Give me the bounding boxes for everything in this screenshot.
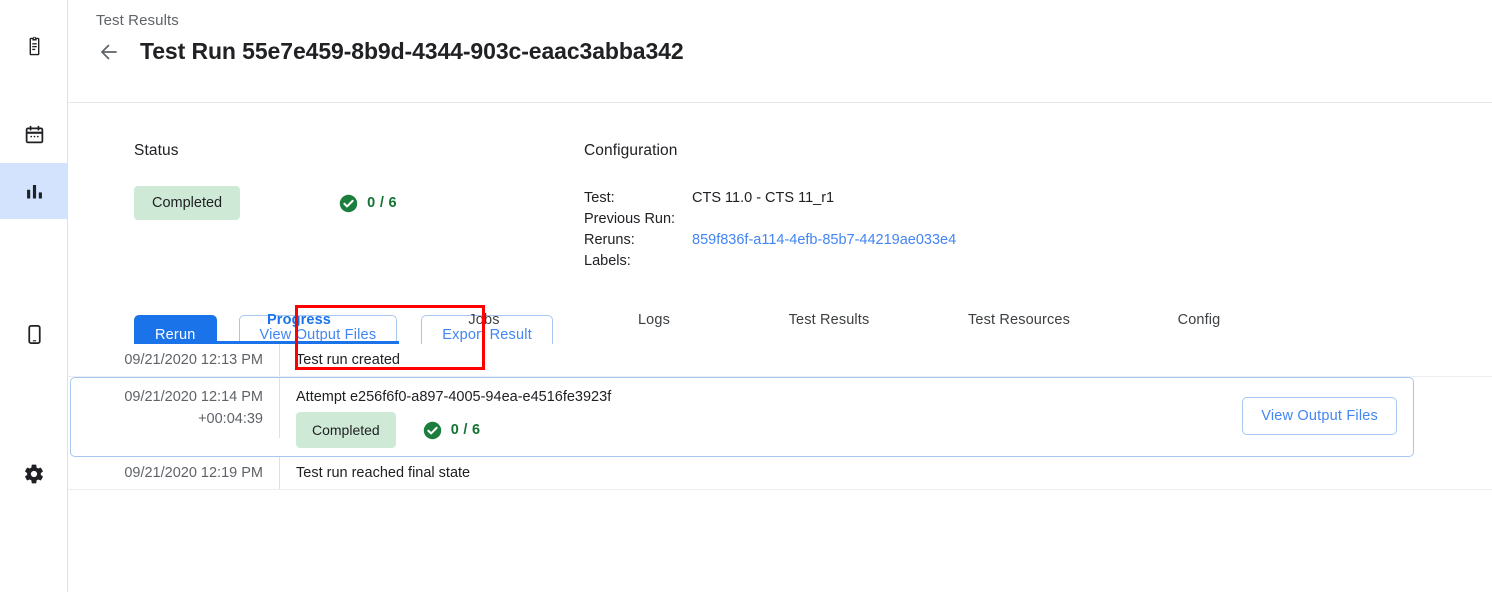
row-action-group: View Output Files: [1242, 397, 1397, 435]
clipboard-icon: [24, 36, 45, 57]
config-value-labels: [692, 252, 956, 273]
device-icon: [24, 324, 45, 345]
check-circle-icon: [339, 194, 358, 213]
tab-progress[interactable]: Progress: [199, 296, 399, 344]
configuration-table: Test: CTS 11.0 - CTS 11_r1 Previous Run:…: [584, 189, 956, 273]
sidebar: [0, 0, 68, 592]
reruns-link[interactable]: 859f836f-a114-4efb-85b7-44219ae033e4: [692, 232, 956, 248]
config-key-reruns: Reruns:: [584, 231, 692, 252]
page-title: Test Run 55e7e459-8b9d-4344-903c-eaac3ab…: [140, 38, 684, 65]
config-key-test: Test:: [584, 189, 692, 210]
sidebar-item-device[interactable]: [0, 306, 68, 362]
row-timestamp-group: 09/21/2020 12:14 PM +00:04:39: [71, 378, 280, 438]
table-row[interactable]: 09/21/2020 12:14 PM +00:04:39 Attempt e2…: [70, 377, 1414, 457]
main-content: Test Results Test Run 55e7e459-8b9d-4344…: [68, 0, 1492, 592]
row-description: Test run reached final state: [280, 457, 1492, 489]
row-count: 0 / 6: [451, 419, 481, 441]
config-key-previous-run: Previous Run:: [584, 210, 692, 231]
status-count-group: 0 / 6: [339, 194, 397, 213]
tab-test-resources[interactable]: Test Resources: [919, 296, 1119, 344]
config-row-reruns: Reruns: 859f836f-a114-4efb-85b7-44219ae0…: [584, 231, 956, 252]
app-root: Test Results Test Run 55e7e459-8b9d-4344…: [0, 0, 1492, 592]
config-value-previous-run: [692, 210, 956, 231]
config-value-test: CTS 11.0 - CTS 11_r1: [692, 189, 956, 210]
table-row[interactable]: 09/21/2020 12:19 PM Test run reached fin…: [68, 457, 1492, 490]
tab-logs[interactable]: Logs: [569, 296, 739, 344]
row-description: Test run created: [280, 344, 1492, 376]
row-timestamp: 09/21/2020 12:14 PM: [71, 386, 263, 408]
sidebar-item-calendar[interactable]: [0, 106, 68, 162]
sidebar-item-clipboard[interactable]: [0, 18, 68, 74]
arrow-left-icon[interactable]: [96, 39, 122, 65]
gear-icon: [23, 463, 45, 485]
tab-config[interactable]: Config: [1119, 296, 1279, 344]
row-duration: +00:04:39: [71, 408, 263, 430]
row-count-group: 0 / 6: [423, 419, 481, 441]
row-status-badge: Completed: [296, 412, 396, 448]
status-count: 0 / 6: [367, 195, 397, 211]
config-row-labels: Labels:: [584, 252, 956, 273]
status-row: Completed 0 / 6: [134, 186, 397, 220]
calendar-icon: [24, 124, 45, 145]
tab-bar: Progress Jobs Logs Test Results Test Res…: [68, 296, 1492, 344]
title-row: Test Run 55e7e459-8b9d-4344-903c-eaac3ab…: [96, 38, 684, 65]
status-badge: Completed: [134, 186, 240, 220]
bar-chart-icon: [24, 181, 45, 202]
row-view-output-files-button[interactable]: View Output Files: [1242, 397, 1397, 435]
progress-table: 09/21/2020 12:13 PM Test run created 09/…: [68, 344, 1492, 490]
tab-jobs[interactable]: Jobs: [399, 296, 569, 344]
breadcrumb[interactable]: Test Results: [96, 12, 179, 29]
check-circle-icon: [423, 421, 442, 440]
config-row-test: Test: CTS 11.0 - CTS 11_r1: [584, 189, 956, 210]
sidebar-item-settings[interactable]: [0, 446, 68, 502]
tab-test-results[interactable]: Test Results: [739, 296, 919, 344]
row-timestamp: 09/21/2020 12:19 PM: [68, 457, 280, 489]
row-timestamp: 09/21/2020 12:13 PM: [68, 344, 280, 376]
configuration-heading: Configuration: [584, 142, 678, 160]
config-row-previous-run: Previous Run:: [584, 210, 956, 231]
table-row[interactable]: 09/21/2020 12:13 PM Test run created: [68, 344, 1492, 377]
sidebar-item-bar-chart[interactable]: [0, 163, 68, 219]
status-heading: Status: [134, 142, 179, 160]
page-header: Test Results Test Run 55e7e459-8b9d-4344…: [68, 0, 1492, 103]
config-key-labels: Labels:: [584, 252, 692, 273]
